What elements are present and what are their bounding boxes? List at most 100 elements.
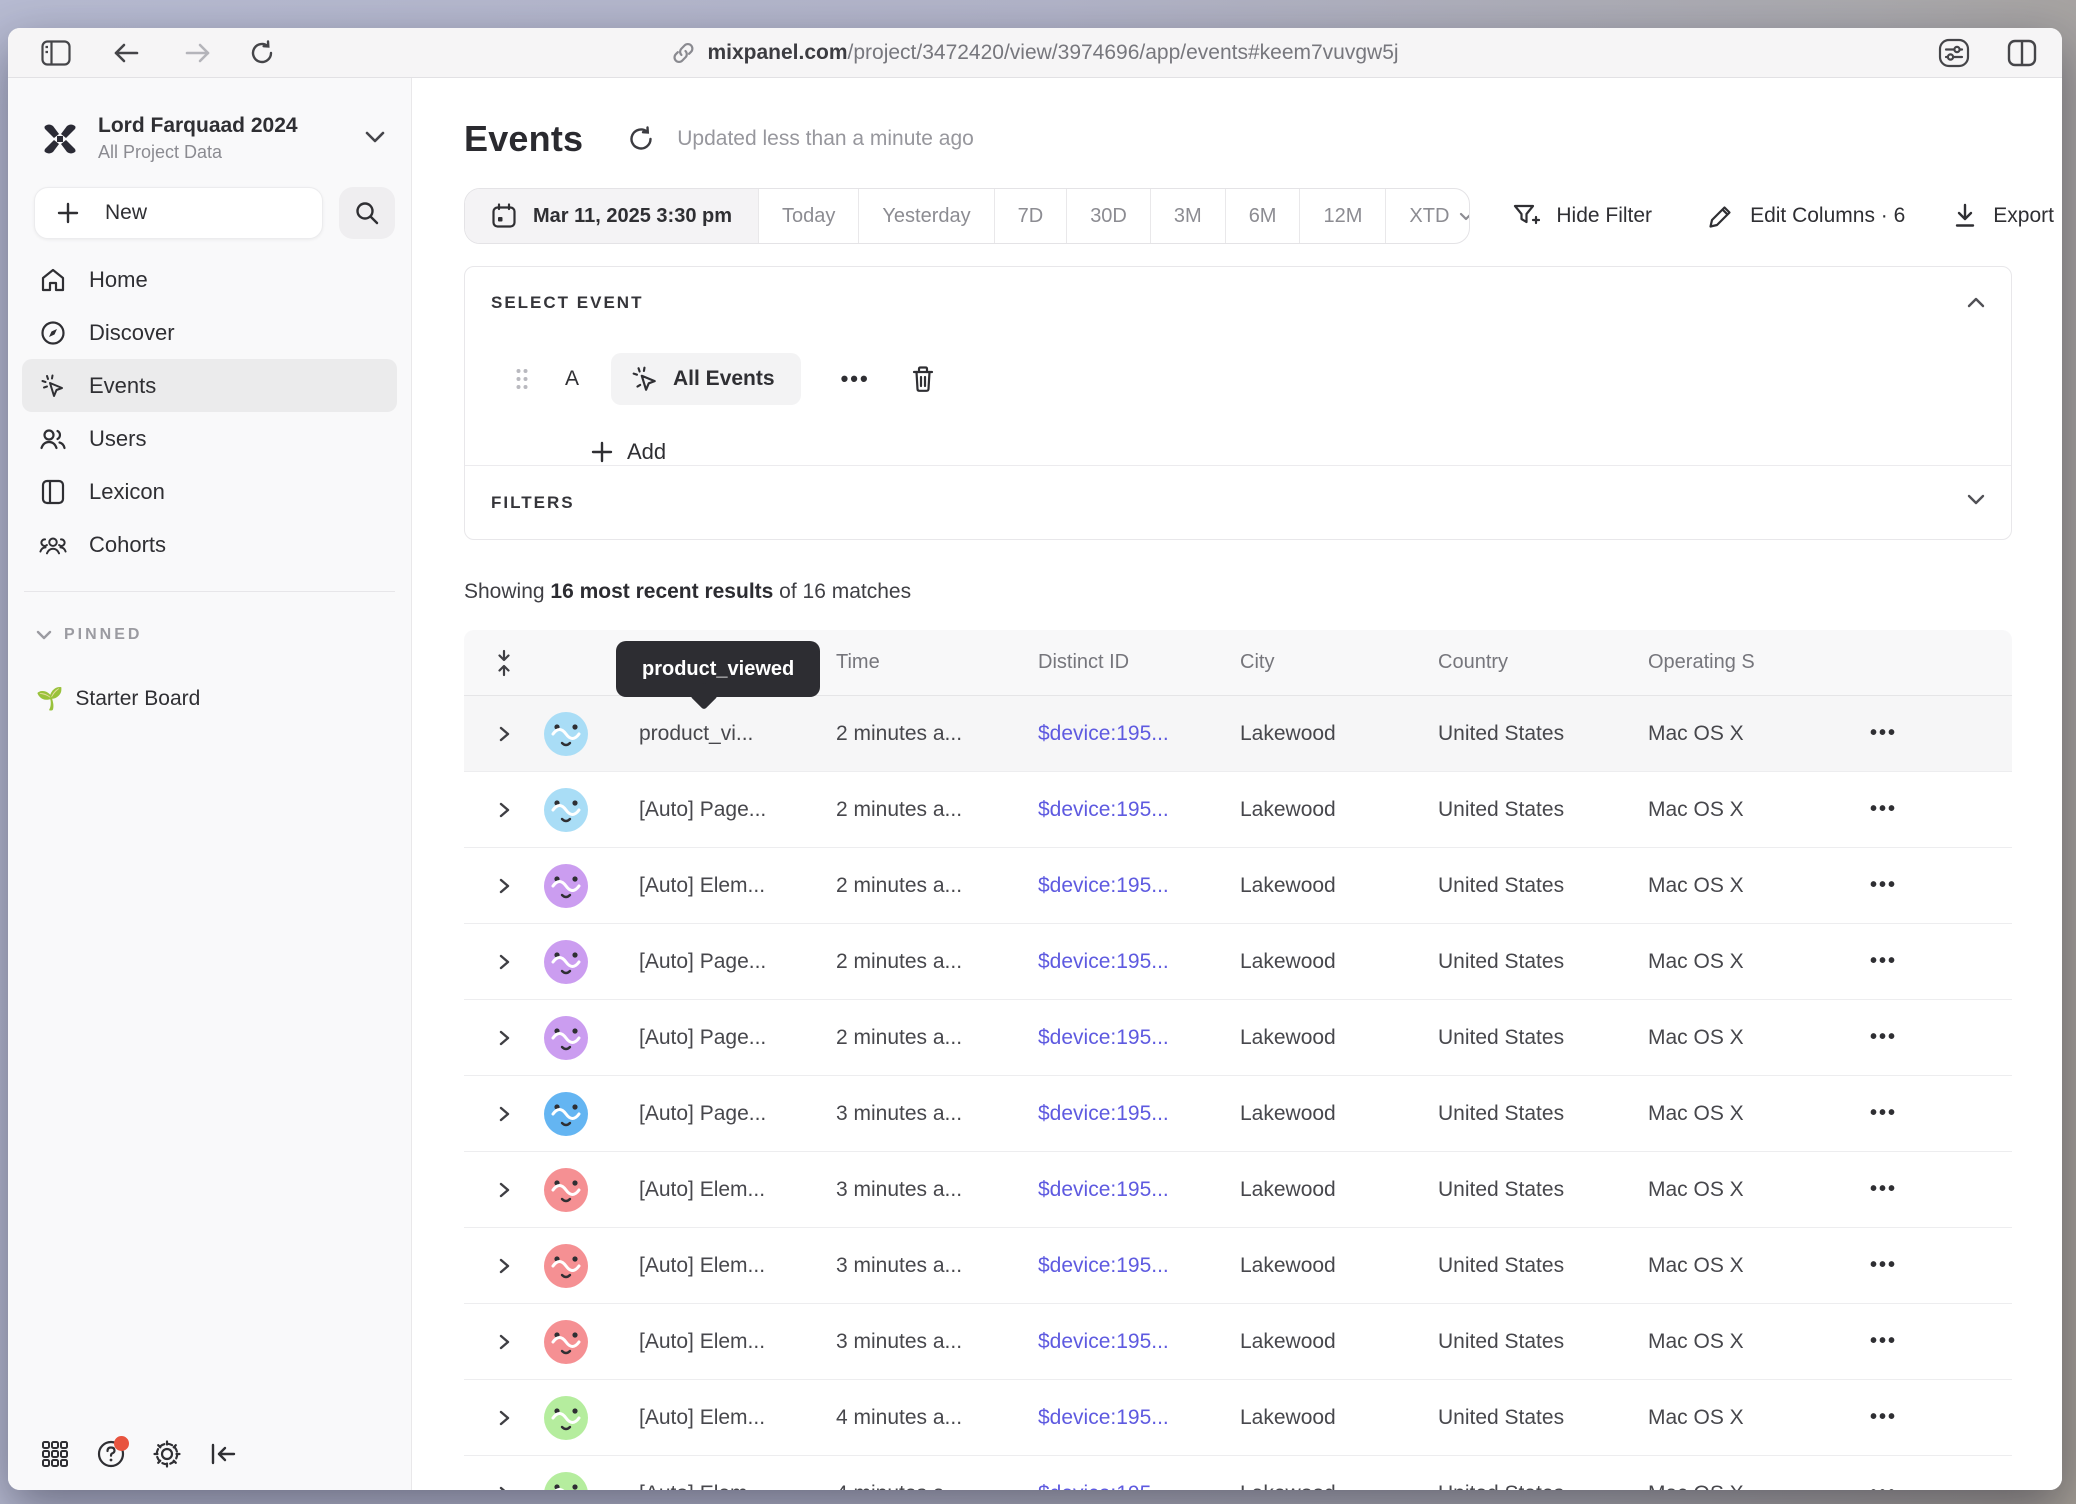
event-city: Lakewood [1240,950,1438,974]
table-row[interactable]: [Auto] Elem... 3 minutes a... $device:19… [464,1152,2012,1228]
header-city[interactable]: City [1240,651,1438,674]
hide-filter-button[interactable]: Hide Filter [1512,202,1652,230]
preset-3m[interactable]: 3M [1150,189,1225,243]
expand-row-icon[interactable] [464,952,544,972]
address-bar[interactable]: mixpanel.com/project/3472420/view/397469… [671,28,1398,77]
expand-row-icon[interactable] [464,1256,544,1276]
preset-yesterday[interactable]: Yesterday [858,189,993,243]
distinct-id-link[interactable]: $device:195... [1038,1102,1240,1126]
table-row[interactable]: product_vi... 2 minutes a... $device:195… [464,696,2012,772]
trash-icon[interactable] [910,365,936,393]
new-button[interactable]: New [34,187,323,239]
split-view-icon[interactable] [2002,33,2042,73]
distinct-id-link[interactable]: $device:195... [1038,874,1240,898]
header-country[interactable]: Country [1438,651,1648,674]
date-picker[interactable]: Mar 11, 2025 3:30 pm [465,189,758,243]
expand-row-icon[interactable] [464,1104,544,1124]
add-event-button[interactable]: Add [591,439,666,465]
page-settings-icon[interactable] [1934,33,1974,73]
expand-row-icon[interactable] [464,1180,544,1200]
row-menu-icon[interactable]: ••• [1848,1102,2012,1125]
event-name: product_vi... [614,722,836,746]
row-menu-icon[interactable]: ••• [1848,1026,2012,1049]
distinct-id-link[interactable]: $device:195... [1038,798,1240,822]
row-menu-icon[interactable]: ••• [1848,798,2012,821]
distinct-id-link[interactable]: $device:195... [1038,1330,1240,1354]
distinct-id-link[interactable]: $device:195... [1038,1482,1240,1491]
table-row[interactable]: [Auto] Elem... 4 minutes a... $device:19… [464,1456,2012,1490]
table-row[interactable]: [Auto] Elem... 2 minutes a... $device:19… [464,848,2012,924]
gear-icon[interactable] [148,1435,186,1473]
reload-icon[interactable] [242,33,282,73]
event-avatar [544,712,614,756]
preset-12m[interactable]: 12M [1299,189,1385,243]
sidebar-item-lexicon[interactable]: Lexicon [22,465,397,518]
distinct-id-link[interactable]: $device:195... [1038,1406,1240,1430]
export-button[interactable]: Export [1953,203,2054,229]
collapse-sidebar-icon[interactable] [204,1435,242,1473]
table-row[interactable]: [Auto] Page... 3 minutes a... $device:19… [464,1076,2012,1152]
search-button[interactable] [339,187,395,239]
preset-xtd[interactable]: XTD [1385,189,1470,243]
expand-row-icon[interactable] [464,876,544,896]
preset-7d[interactable]: 7D [994,189,1067,243]
apps-grid-icon[interactable] [36,1435,74,1473]
help-icon[interactable] [92,1435,130,1473]
notification-badge [114,1436,129,1451]
distinct-id-link[interactable]: $device:195... [1038,1026,1240,1050]
preset-today[interactable]: Today [758,189,858,243]
expand-section-icon[interactable] [1967,492,1985,510]
row-menu-icon[interactable]: ••• [1848,950,2012,973]
table-row[interactable]: [Auto] Page... 2 minutes a... $device:19… [464,1000,2012,1076]
expand-row-icon[interactable] [464,724,544,744]
all-events-chip[interactable]: All Events [611,353,801,405]
distinct-id-link[interactable]: $device:195... [1038,1254,1240,1278]
header-distinct-id[interactable]: Distinct ID [1038,651,1240,674]
row-menu-icon[interactable]: ••• [1848,1254,2012,1277]
collapse-rows-icon[interactable] [464,649,544,677]
distinct-id-link[interactable]: $device:195... [1038,722,1240,746]
expand-row-icon[interactable] [464,1332,544,1352]
refresh-icon[interactable] [627,125,655,153]
row-menu-icon[interactable]: ••• [1848,722,2012,745]
link-icon [671,41,695,65]
browser-sidebar-toggle-icon[interactable] [36,33,76,73]
header-operating-system[interactable]: Operating S [1648,651,1848,674]
distinct-id-link[interactable]: $device:195... [1038,950,1240,974]
expand-row-icon[interactable] [464,1028,544,1048]
event-city: Lakewood [1240,798,1438,822]
table-row[interactable]: [Auto] Elem... 3 minutes a... $device:19… [464,1228,2012,1304]
expand-row-icon[interactable] [464,1408,544,1428]
row-menu-icon[interactable]: ••• [1848,1406,2012,1429]
collapse-section-icon[interactable] [1967,295,1985,313]
sidebar-item-home[interactable]: Home [22,253,397,306]
row-menu-icon[interactable]: ••• [1848,1330,2012,1353]
table-row[interactable]: [Auto] Elem... 4 minutes a... $device:19… [464,1380,2012,1456]
edit-columns-button[interactable]: Edit Columns · 6 [1708,203,1905,229]
sidebar-item-discover[interactable]: Discover [22,306,397,359]
project-switcher[interactable]: Lord Farquaad 2024 All Project Data [38,114,391,163]
sidebar-item-users[interactable]: Users [22,412,397,465]
sidebar-item-starter-board[interactable]: 🌱 Starter Board [36,686,411,712]
preset-30d[interactable]: 30D [1066,189,1150,243]
back-icon[interactable] [106,33,146,73]
table-row[interactable]: [Auto] Elem... 3 minutes a... $device:19… [464,1304,2012,1380]
expand-row-icon[interactable] [464,800,544,820]
distinct-id-link[interactable]: $device:195... [1038,1178,1240,1202]
pinned-section-toggle[interactable]: PINNED [36,626,411,644]
filters-section[interactable]: FILTERS [465,465,2011,539]
forward-icon[interactable] [178,33,218,73]
table-row[interactable]: [Auto] Page... 2 minutes a... $device:19… [464,924,2012,1000]
row-menu-icon[interactable]: ••• [1848,874,2012,897]
row-menu-icon[interactable]: ••• [1848,1178,2012,1201]
sidebar-item-events[interactable]: Events [22,359,397,412]
more-options-icon[interactable]: ••• [841,366,870,392]
header-time[interactable]: Time [836,651,1038,674]
drag-handle-icon[interactable] [515,367,529,391]
expand-row-icon[interactable] [464,1484,544,1491]
sidebar-item-cohorts[interactable]: Cohorts [22,518,397,571]
event-country: United States [1438,1026,1648,1050]
row-menu-icon[interactable]: ••• [1848,1482,2012,1490]
preset-6m[interactable]: 6M [1225,189,1300,243]
table-row[interactable]: [Auto] Page... 2 minutes a... $device:19… [464,772,2012,848]
